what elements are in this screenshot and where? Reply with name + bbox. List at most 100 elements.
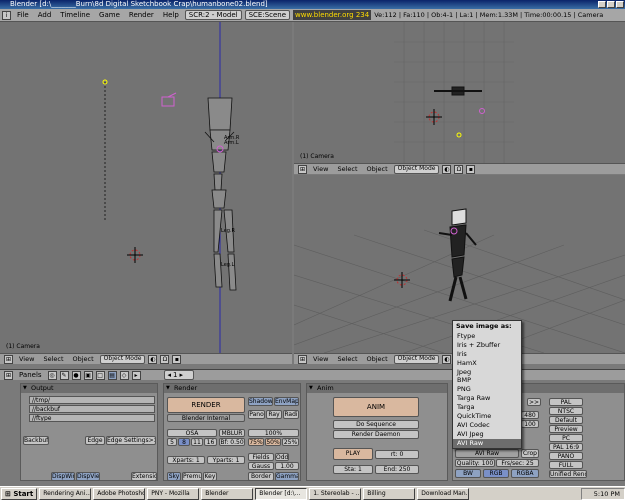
blur-factor-field[interactable]: Bf: 0.50 xyxy=(219,438,245,446)
preset-pc[interactable]: PC xyxy=(549,434,583,442)
screen-selector[interactable]: SCR:2 - Model xyxy=(184,10,242,20)
start-button[interactable]: ⊞ Start xyxy=(1,487,38,500)
do-sequence-toggle[interactable]: Do Sequence xyxy=(333,420,419,429)
sizex-field[interactable]: 480 xyxy=(521,411,539,419)
minimize-button[interactable] xyxy=(598,1,606,8)
render-daemon-toggle[interactable]: Render Daemon xyxy=(333,430,419,439)
taskbar-item[interactable]: Adobe Photoshop xyxy=(93,487,146,500)
shading-context-icon[interactable]: ● xyxy=(71,370,81,380)
preset-ntsc[interactable]: NTSC xyxy=(549,407,583,415)
border-toggle[interactable]: Border xyxy=(248,472,274,481)
backbuf-toggle[interactable]: Backbuf xyxy=(23,436,49,445)
sky-toggle[interactable]: Sky xyxy=(167,472,181,481)
rgba-toggle[interactable]: RGBA xyxy=(511,469,539,478)
render-context-icon[interactable]: ◇ xyxy=(119,370,129,380)
shadow-toggle[interactable]: Shadow xyxy=(248,397,273,406)
disp-view-toggle[interactable]: DispView xyxy=(76,472,100,481)
output-path-field[interactable]: //tmp/ xyxy=(29,396,155,404)
size-25-button[interactable]: 25% xyxy=(282,438,299,446)
website-link[interactable]: www.blender.org 234 xyxy=(293,10,372,20)
format-option-avi-jpeg[interactable]: AVI Jpeg xyxy=(453,430,521,439)
taskbar-item[interactable]: PNY - Mozilla xyxy=(147,487,200,500)
format-option-bmp[interactable]: BMP xyxy=(453,376,521,385)
osa-16-button[interactable]: 16 xyxy=(204,438,217,446)
disp-win-toggle[interactable]: DispWin xyxy=(51,472,75,481)
unified-render-toggle[interactable]: Unified Rend xyxy=(549,470,587,478)
format-option-avi-raw[interactable]: AVI Raw xyxy=(453,438,521,448)
mode-selector[interactable]: Object Mode xyxy=(393,354,440,364)
menu-view[interactable]: View xyxy=(16,354,37,364)
gauss-toggle[interactable]: Gauss xyxy=(248,462,274,470)
menu-render[interactable]: Render xyxy=(126,10,157,21)
rgb-toggle[interactable]: RGB xyxy=(483,469,509,478)
anim-panel-title[interactable]: Anim xyxy=(307,384,447,393)
scene-selector[interactable]: SCE:Scene xyxy=(244,10,291,20)
osa-5-button[interactable]: 5 xyxy=(167,438,177,446)
format-option-ftype[interactable]: Ftype xyxy=(453,332,521,341)
mode-selector[interactable]: Object Mode xyxy=(99,354,146,364)
anim-button[interactable]: ANIM xyxy=(333,397,419,417)
format-option-jpeg[interactable]: Jpeg xyxy=(453,368,521,377)
menu-file[interactable]: File xyxy=(14,10,32,21)
menu-view[interactable]: View xyxy=(310,164,331,174)
gauss-value-field[interactable]: 1.00 xyxy=(275,462,299,470)
frame-number[interactable]: ◂ 1 ▸ xyxy=(163,370,194,380)
envmap-toggle[interactable]: EnvMap xyxy=(274,397,299,406)
fields-toggle[interactable]: Fields xyxy=(248,453,274,461)
format-option-hamx[interactable]: HamX xyxy=(453,359,521,368)
menu-add[interactable]: Add xyxy=(35,10,55,21)
window-type-icon[interactable]: ⊞ xyxy=(4,354,13,364)
scene-context-icon[interactable]: ▤ xyxy=(107,370,117,380)
end-frame-field[interactable]: End: 250 xyxy=(375,465,419,474)
render-panel-title[interactable]: Render xyxy=(164,384,300,393)
format-option-avi-codec[interactable]: AVI Codec xyxy=(453,421,521,430)
menu-help[interactable]: Help xyxy=(160,10,182,21)
window-type-icon[interactable]: ⊞ xyxy=(298,354,307,364)
window-type-icon[interactable]: ⊞ xyxy=(4,370,13,380)
extensions-toggle[interactable]: Extensio xyxy=(131,472,157,481)
quality-field[interactable]: Quality: 100 xyxy=(455,459,495,467)
taskbar-item[interactable]: Blender xyxy=(201,487,254,500)
info-window-icon[interactable]: i xyxy=(2,10,11,20)
menu-view[interactable]: View xyxy=(310,354,331,364)
menu-object[interactable]: Object xyxy=(364,164,391,174)
fps-field[interactable]: Frs/sec: 25 xyxy=(496,459,539,467)
sizey-field[interactable]: 100 xyxy=(521,420,539,428)
anim-context-icon[interactable]: ▸ xyxy=(131,370,141,380)
format-option-iris-zbuffer[interactable]: Iris + Zbuffer xyxy=(453,341,521,350)
draw-type-icon[interactable]: ◐ xyxy=(442,164,452,174)
crop-toggle[interactable]: Crop xyxy=(521,449,539,458)
format-option-iris[interactable]: Iris xyxy=(453,350,521,359)
menu-select[interactable]: Select xyxy=(40,354,66,364)
editing-context-icon[interactable]: □ xyxy=(95,370,105,380)
size-75-button[interactable]: 75% xyxy=(248,438,264,446)
osa-toggle[interactable]: OSA xyxy=(167,429,217,437)
pano-toggle[interactable]: Pano xyxy=(248,410,265,419)
preset-pal169[interactable]: PAL 16:9 xyxy=(549,443,583,451)
output-panel-title[interactable]: Output xyxy=(21,384,157,393)
edge-toggle[interactable]: Edge xyxy=(85,436,105,445)
yparts-field[interactable]: Yparts: 1 xyxy=(207,456,245,464)
rt-field[interactable]: rt: 0 xyxy=(375,450,419,459)
menu-select[interactable]: Select xyxy=(334,354,360,364)
bw-toggle[interactable]: BW xyxy=(455,469,481,478)
draw-type-icon[interactable]: ◐ xyxy=(148,354,158,364)
osa-8-button[interactable]: 8 xyxy=(178,438,190,446)
play-button[interactable]: PLAY xyxy=(333,448,373,460)
window-type-icon[interactable]: ⊞ xyxy=(298,164,307,174)
object-context-icon[interactable]: ▣ xyxy=(83,370,93,380)
menu-game[interactable]: Game xyxy=(96,10,123,21)
radio-toggle[interactable]: Radi xyxy=(283,410,299,419)
file-format-select[interactable]: AVI Raw xyxy=(455,449,519,458)
more-button[interactable]: >> xyxy=(527,398,541,406)
backbuf-path-field[interactable]: //backbuf xyxy=(29,405,155,413)
osa-11-button[interactable]: 11 xyxy=(191,438,203,446)
odd-toggle[interactable]: Odd xyxy=(275,453,289,461)
menu-panels[interactable]: Panels xyxy=(16,370,45,381)
premul-toggle[interactable]: Premul xyxy=(182,472,202,481)
menu-select[interactable]: Select xyxy=(334,164,360,174)
preset-pal[interactable]: PAL xyxy=(549,398,583,406)
taskbar-item[interactable]: Rendering Ani... xyxy=(39,487,92,500)
preset-preview[interactable]: Preview xyxy=(549,425,583,433)
close-button[interactable] xyxy=(616,1,624,8)
